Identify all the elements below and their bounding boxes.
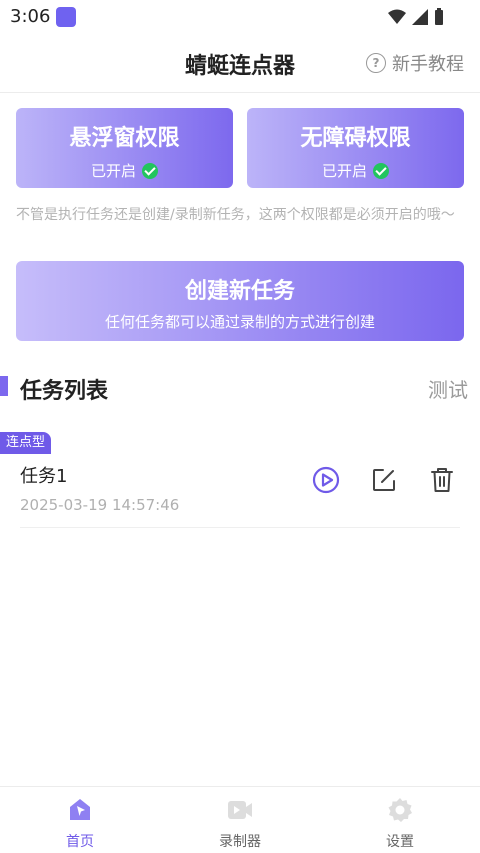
trash-icon	[431, 468, 453, 492]
task-timestamp: 2025-03-19 14:57:46	[20, 496, 180, 514]
recorder-icon	[228, 801, 252, 819]
nav-label: 设置	[386, 834, 414, 850]
create-task-subtitle: 任何任务都可以通过录制的方式进行创建	[104, 313, 375, 331]
status-time: 3:06	[10, 6, 51, 27]
tutorial-label: 新手教程	[392, 54, 464, 75]
bottom-nav: 首页 录制器 设置	[0, 786, 480, 853]
nav-recorder[interactable]: 录制器	[160, 787, 320, 853]
signal-icon	[412, 9, 428, 25]
permission-status-label: 已开启	[321, 162, 367, 180]
nav-label: 录制器	[219, 834, 261, 850]
help-icon: ?	[366, 53, 386, 73]
create-task-title: 创建新任务	[184, 279, 295, 304]
permission-title: 悬浮窗权限	[69, 126, 180, 151]
accessibility-permission-card[interactable]: 无障碍权限 已开启	[247, 108, 464, 188]
status-indicators	[388, 8, 444, 26]
header: 蜻蜓连点器 ? 新手教程	[0, 34, 480, 93]
task-list-title: 任务列表	[20, 379, 109, 404]
test-button[interactable]: 测试	[428, 374, 468, 403]
create-task-button[interactable]: 创建新任务 任何任务都可以通过录制的方式进行创建	[16, 261, 464, 341]
check-icon	[142, 162, 158, 179]
wifi-icon	[388, 9, 406, 24]
edit-icon	[373, 469, 395, 491]
permission-title: 无障碍权限	[300, 126, 411, 151]
permission-status-label: 已开启	[90, 162, 136, 180]
edit-button[interactable]	[366, 466, 402, 494]
settings-icon	[388, 798, 412, 822]
play-button[interactable]	[308, 466, 344, 494]
task-type-badge: 连点型	[0, 432, 52, 454]
task-actions	[308, 466, 460, 494]
permission-status: 已开启	[247, 160, 464, 181]
battery-icon	[435, 8, 443, 25]
nav-label: 首页	[66, 834, 94, 850]
task-name: 任务1	[20, 466, 68, 487]
permission-note: 不管是执行任务还是创建/录制新任务，这两个权限都是必须开启的哦～	[16, 207, 455, 223]
divider	[20, 527, 460, 528]
nav-settings[interactable]: 设置	[320, 787, 480, 853]
permission-status: 已开启	[16, 160, 233, 181]
app-notification-icon	[56, 7, 76, 27]
tutorial-button[interactable]: ? 新手教程	[366, 50, 464, 76]
nav-home[interactable]: 首页	[0, 787, 160, 853]
list-item[interactable]: 连点型 任务1 2025-03-19 14:57:46	[0, 432, 480, 528]
section-accent-bar	[0, 376, 8, 396]
delete-button[interactable]	[424, 466, 460, 494]
check-icon	[373, 162, 389, 179]
home-icon	[70, 799, 90, 820]
status-bar: 3:06	[0, 0, 480, 34]
overlay-permission-card[interactable]: 悬浮窗权限 已开启	[16, 108, 233, 188]
play-icon	[312, 466, 340, 494]
